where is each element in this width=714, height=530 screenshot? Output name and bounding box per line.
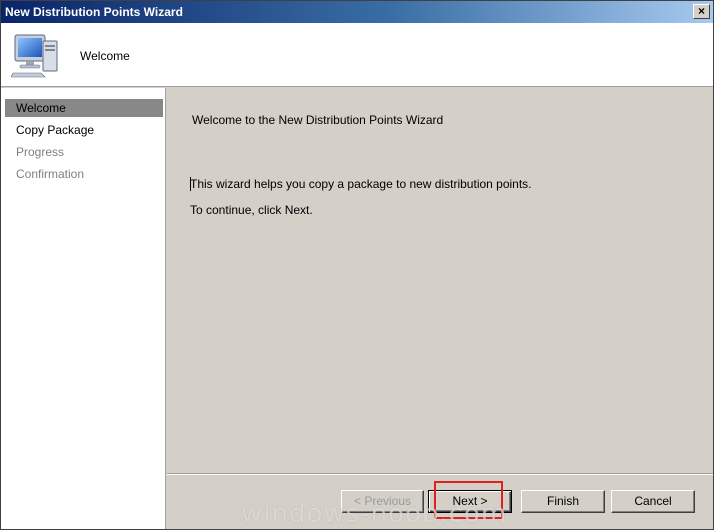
sidebar-item-label: Copy Package	[16, 123, 95, 137]
close-button[interactable]: ×	[693, 4, 710, 19]
sidebar-item-welcome[interactable]: Welcome	[5, 99, 163, 117]
sidebar-item-label: Welcome	[16, 101, 66, 115]
window-title: New Distribution Points Wizard	[5, 5, 183, 19]
page-title: Welcome	[80, 49, 130, 63]
sidebar-item-label: Confirmation	[16, 167, 85, 181]
wizard-content: Welcome to the New Distribution Points W…	[167, 88, 713, 473]
cancel-button[interactable]: Cancel	[611, 490, 695, 513]
wizard-steps-sidebar: Welcome Copy Package Progress Confirmati…	[1, 88, 165, 529]
wizard-window: New Distribution Points Wizard × Welcome…	[0, 0, 714, 530]
computer-icon	[11, 34, 58, 78]
finish-button[interactable]: Finish	[521, 490, 605, 513]
wizard-header: Welcome	[1, 23, 713, 87]
close-icon: ×	[697, 4, 705, 18]
sidebar-item-label: Progress	[16, 145, 65, 159]
content-description: This wizard helps you copy a package to …	[190, 177, 532, 191]
content-heading: Welcome to the New Distribution Points W…	[192, 113, 444, 127]
title-bar[interactable]: New Distribution Points Wizard ×	[1, 1, 713, 23]
text-caret	[190, 177, 191, 191]
watermark-text: windows-noob.com	[241, 499, 508, 529]
sidebar-item-progress: Progress	[5, 143, 163, 161]
content-continue-text: To continue, click Next.	[190, 203, 313, 217]
sidebar-item-confirmation: Confirmation	[5, 165, 163, 183]
sidebar-item-copy-package[interactable]: Copy Package	[5, 121, 163, 139]
